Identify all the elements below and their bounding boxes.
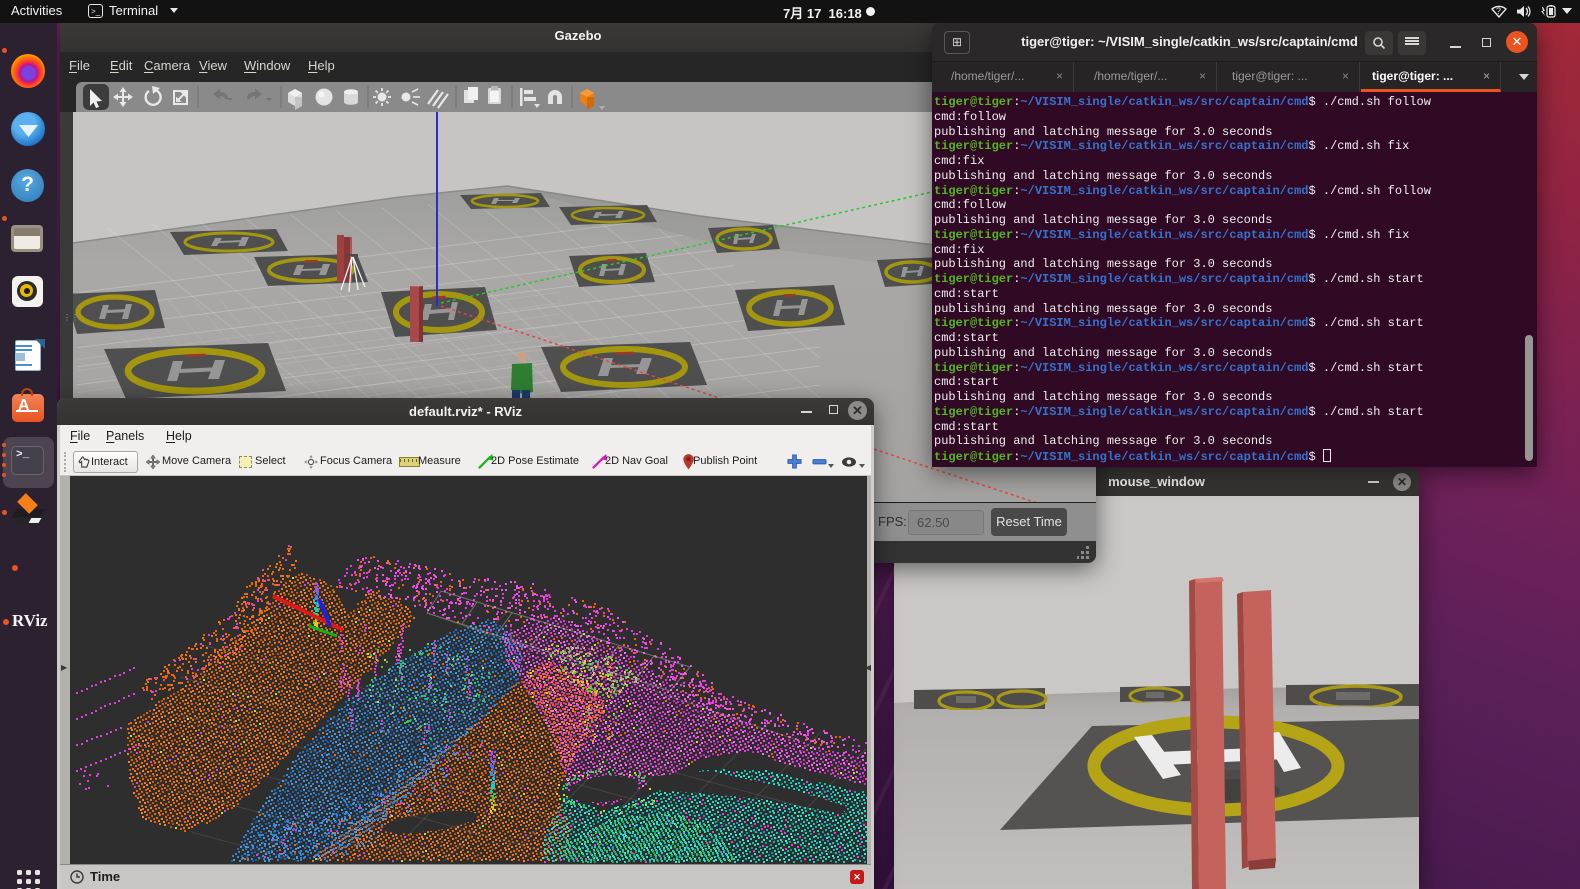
- svg-text:?: ?: [1496, 6, 1501, 16]
